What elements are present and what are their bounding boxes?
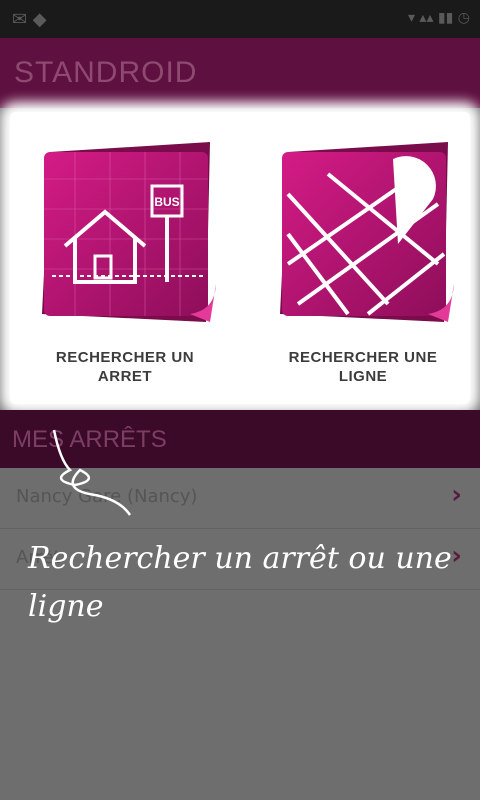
tutorial-pointer-icon: [52, 429, 132, 516]
tutorial-spotlight: BUS RECHERCHER UN ARRET RECHERCHER UNE L…: [10, 112, 470, 404]
search-stop-button[interactable]: BUS RECHERCHER UN ARRET: [30, 134, 220, 394]
system-icons: ▾ ▴▴ ▮▮ ◷: [407, 10, 470, 26]
notification-icons: ✉ ◆: [12, 9, 47, 30]
tutorial-hint-text: Rechercher un arrêt ou une ligne: [28, 541, 452, 624]
map-pin-icon: [280, 142, 454, 322]
bus-sign: BUS: [154, 195, 179, 209]
search-line-button[interactable]: RECHERCHER UNE LIGNE: [268, 134, 458, 394]
search-stop-label-line1: RECHERCHER UN: [55, 349, 195, 366]
search-line-label-line2: LIGNE: [338, 368, 388, 385]
search-line-label: RECHERCHER UNE LIGNE: [268, 348, 458, 386]
search-stop-label-line2: ARRET: [97, 368, 153, 385]
search-line-label-line1: RECHERCHER UNE: [288, 349, 438, 366]
app-title: STANDROID: [14, 56, 198, 89]
bus-stop-icon: BUS: [42, 142, 216, 322]
chevron-right-icon: ›: [451, 480, 462, 510]
action-bar: STANDROID: [0, 38, 480, 108]
search-stop-label: RECHERCHER UN ARRET: [30, 348, 220, 386]
status-bar: ✉ ◆ ▾ ▴▴ ▮▮ ◷: [0, 0, 480, 38]
